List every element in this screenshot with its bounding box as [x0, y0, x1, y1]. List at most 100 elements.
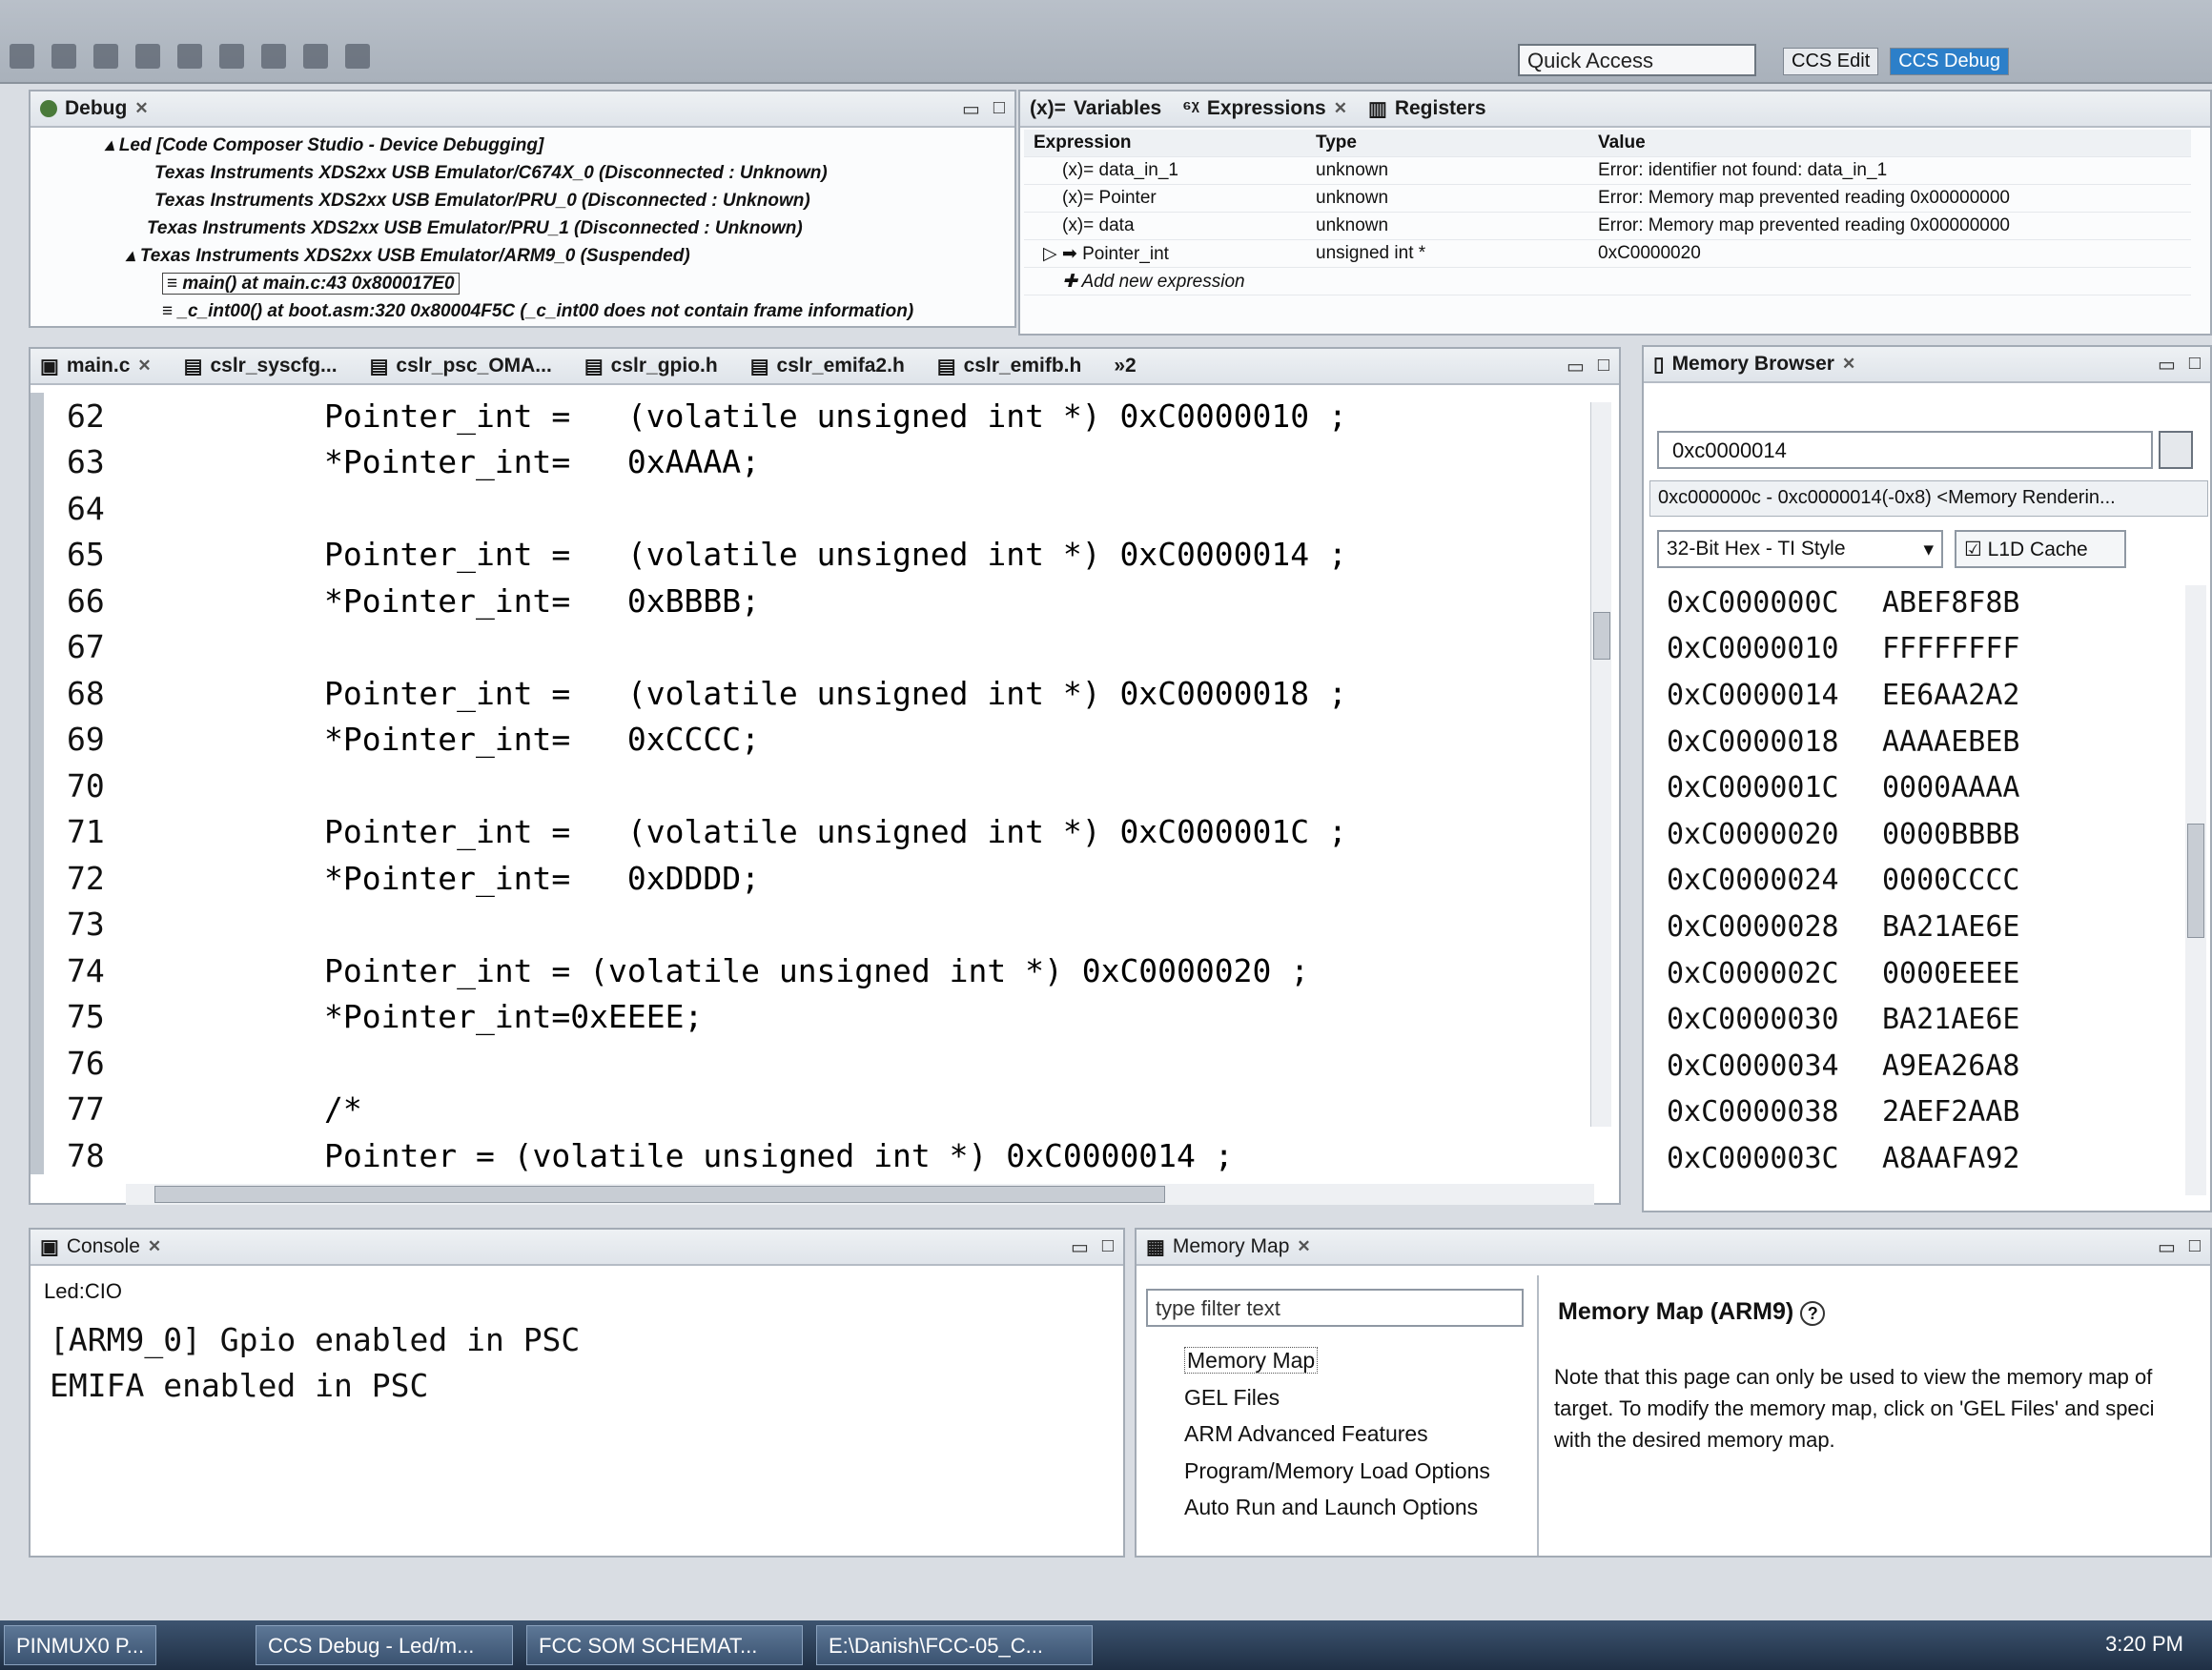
memory-value[interactable]: 0000CCCC [1882, 864, 2020, 897]
tab-cslr-emifa2[interactable]: ▤ cslr_emifa2.h [750, 355, 905, 378]
code-line[interactable]: 72 *Pointer_int= 0xDDDD; [31, 855, 1594, 902]
memory-row[interactable]: 0xC000001C 0000AAAA [1667, 764, 2020, 811]
debug-target-c674x[interactable]: Texas Instruments XDS2xx USB Emulator/C6… [31, 159, 1014, 187]
help-icon[interactable]: ? [1800, 1301, 1826, 1326]
code-line[interactable]: 65 Pointer_int = (volatile unsigned int *… [31, 532, 1594, 579]
maximize-icon[interactable]: □ [1598, 355, 1609, 378]
tab-debug[interactable]: Debug ✕ [40, 97, 149, 120]
tab-memory-browser[interactable]: ▯ Memory Browser ✕ [1653, 353, 1855, 377]
close-icon[interactable]: ✕ [1842, 355, 1855, 374]
filter-input[interactable]: type filter text [1146, 1289, 1524, 1327]
memory-value[interactable]: ABEF8F8B [1882, 586, 2020, 620]
memory-value[interactable]: 2AEF2AAB [1882, 1095, 2020, 1129]
taskbar-item-schematic[interactable]: FCC SOM SCHEMAT... [526, 1625, 803, 1665]
nav-program-load[interactable]: Program/Memory Load Options [1184, 1453, 1490, 1490]
code-line[interactable]: 78 Pointer = (volatile unsigned int *) 0x… [31, 1132, 1594, 1179]
vertical-scrollbar[interactable] [2185, 585, 2206, 1195]
maximize-icon[interactable]: □ [1102, 1235, 1114, 1259]
add-expression-row[interactable]: ✚ Add new expression [1024, 268, 2191, 295]
print-icon[interactable] [93, 44, 118, 69]
taskbar-item-ccs[interactable]: CCS Debug - Led/m... [256, 1625, 513, 1665]
tab-expressions[interactable]: ⁶ᵡ Expressions ✕ [1182, 97, 1347, 120]
memory-row[interactable]: 0xC000002C 0000EEEE [1667, 950, 2020, 997]
memory-value[interactable]: EE6AA2A2 [1882, 679, 2020, 712]
build-icon[interactable] [219, 44, 244, 69]
search-icon[interactable] [261, 44, 286, 69]
tab-cslr-emifb[interactable]: ▤ cslr_emifb.h [937, 355, 1082, 378]
maximize-icon[interactable]: □ [993, 97, 1005, 121]
stack-frame-c-int00[interactable]: ≡ _c_int00() at boot.asm:320 0x80004F5C … [31, 297, 1014, 325]
tab-cslr-gpio[interactable]: ▤ cslr_gpio.h [584, 355, 718, 378]
close-icon[interactable]: ✕ [134, 99, 148, 118]
code-line[interactable]: 64 [31, 485, 1594, 532]
table-row[interactable]: (x)= data_in_1 unknown Error: identifier… [1024, 157, 2191, 185]
nav-memory-map[interactable]: Memory Map [1184, 1342, 1490, 1379]
tab-registers[interactable]: ▥ Registers [1368, 97, 1486, 121]
memory-value[interactable]: 0000BBBB [1882, 818, 2020, 851]
minimize-icon[interactable]: ▭ [1071, 1235, 1089, 1259]
memory-value[interactable]: BA21AE6E [1882, 1003, 2020, 1036]
code-line[interactable]: 68 Pointer_int = (volatile unsigned int *… [31, 670, 1594, 717]
memory-value[interactable]: FFFFFFFF [1882, 632, 2020, 665]
code-line[interactable]: 66 *Pointer_int= 0xBBBB; [31, 578, 1594, 624]
code-line[interactable]: 70 [31, 763, 1594, 809]
tab-memory-map[interactable]: ▦ Memory Map ✕ [1146, 1235, 1311, 1259]
forward-icon[interactable] [345, 44, 370, 69]
l1d-cache-checkbox[interactable]: ☑ L1D Cache [1955, 530, 2126, 568]
new-icon[interactable] [10, 44, 34, 69]
memory-value[interactable]: 0000EEEE [1882, 957, 2020, 990]
go-icon[interactable] [2159, 431, 2193, 469]
memory-value[interactable]: A9EA26A8 [1882, 1049, 2020, 1083]
console-output[interactable]: [ARM9_0] Gpio enabled in PSC EMIFA enable… [50, 1317, 580, 1409]
code-line[interactable]: 69 *Pointer_int= 0xCCCC; [31, 717, 1594, 764]
debug-session[interactable]: ▴ Led [Code Composer Studio - Device Deb… [31, 132, 1014, 159]
memory-value[interactable]: 0000AAAA [1882, 771, 2020, 804]
tab-console[interactable]: ▣ Console ✕ [40, 1235, 161, 1259]
code-line[interactable]: 73 [31, 902, 1594, 948]
code-line[interactable]: 77 /* [31, 1087, 1594, 1133]
memory-row[interactable]: 0xC0000018 AAAAEBEB [1667, 719, 2020, 765]
debug-icon[interactable] [135, 44, 160, 69]
table-row[interactable]: (x)= Pointer unknown Error: Memory map p… [1024, 185, 2191, 213]
nav-arm-advanced[interactable]: ARM Advanced Features [1184, 1415, 1490, 1453]
code-line[interactable]: 75 *Pointer_int=0xEEEE; [31, 994, 1594, 1041]
scrollbar-thumb[interactable] [1593, 612, 1610, 660]
code-line[interactable]: 63 *Pointer_int= 0xAAAA; [31, 439, 1594, 486]
minimize-icon[interactable]: ▭ [962, 97, 980, 121]
tab-cslr-syscfg[interactable]: ▤ cslr_syscfg... [184, 355, 338, 378]
minimize-icon[interactable]: ▭ [2158, 353, 2176, 377]
stack-frame-main[interactable]: ≡ main() at main.c:43 0x800017E0 [31, 270, 1014, 297]
close-icon[interactable]: ✕ [137, 356, 151, 376]
debug-target-pru1[interactable]: Texas Instruments XDS2xx USB Emulator/PR… [31, 214, 1014, 242]
memory-row[interactable]: 0xC0000034 A9EA26A8 [1667, 1043, 2020, 1090]
close-icon[interactable]: ✕ [148, 1237, 161, 1256]
scrollbar-thumb[interactable] [2187, 824, 2204, 938]
horizontal-scrollbar[interactable] [126, 1184, 1594, 1205]
code-line[interactable]: 62 Pointer_int = (volatile unsigned int *… [31, 393, 1594, 439]
code-area[interactable]: 62 Pointer_int = (volatile unsigned int *… [31, 393, 1594, 1179]
vertical-scrollbar[interactable] [1590, 402, 1611, 1127]
scrollbar-thumb[interactable] [154, 1186, 1165, 1203]
memory-row[interactable]: 0xC0000024 0000CCCC [1667, 858, 2020, 905]
nav-auto-run[interactable]: Auto Run and Launch Options [1184, 1489, 1490, 1526]
taskbar-item-explorer[interactable]: E:\Danish\FCC-05_C... [816, 1625, 1093, 1665]
table-row[interactable]: (x)= data unknown Error: Memory map prev… [1024, 213, 2191, 240]
minimize-icon[interactable]: ▭ [1567, 355, 1585, 378]
tab-overflow[interactable]: »2 [1114, 355, 1136, 377]
close-icon[interactable]: ✕ [1297, 1237, 1310, 1256]
expand-chevron-icon[interactable]: ▷ ➡ [1034, 244, 1082, 264]
close-icon[interactable]: ✕ [1334, 99, 1347, 118]
format-select[interactable]: 32-Bit Hex - TI Style ▾ [1657, 530, 1943, 568]
tab-cslr-psc[interactable]: ▤ cslr_psc_OMA... [370, 355, 552, 378]
debug-target-arm9[interactable]: ▴ Texas Instruments XDS2xx USB Emulator/… [31, 242, 1014, 270]
memory-row[interactable]: 0xC000003C A8AAFA92 [1667, 1135, 2020, 1182]
memory-row[interactable]: 0xC0000038 2AEF2AAB [1667, 1090, 2020, 1136]
memory-row[interactable]: 0xC0000030 BA21AE6E [1667, 996, 2020, 1043]
perspective-ccs-edit[interactable]: CCS Edit [1783, 47, 1879, 75]
back-icon[interactable] [303, 44, 328, 69]
tab-main-c[interactable]: ▣ main.c ✕ [40, 355, 152, 378]
memory-value[interactable]: BA21AE6E [1882, 910, 2020, 944]
table-row[interactable]: ▷ ➡ Pointer_int unsigned int * 0xC000002… [1024, 240, 2191, 268]
save-icon[interactable] [51, 44, 76, 69]
debug-target-pru0[interactable]: Texas Instruments XDS2xx USB Emulator/PR… [31, 187, 1014, 214]
